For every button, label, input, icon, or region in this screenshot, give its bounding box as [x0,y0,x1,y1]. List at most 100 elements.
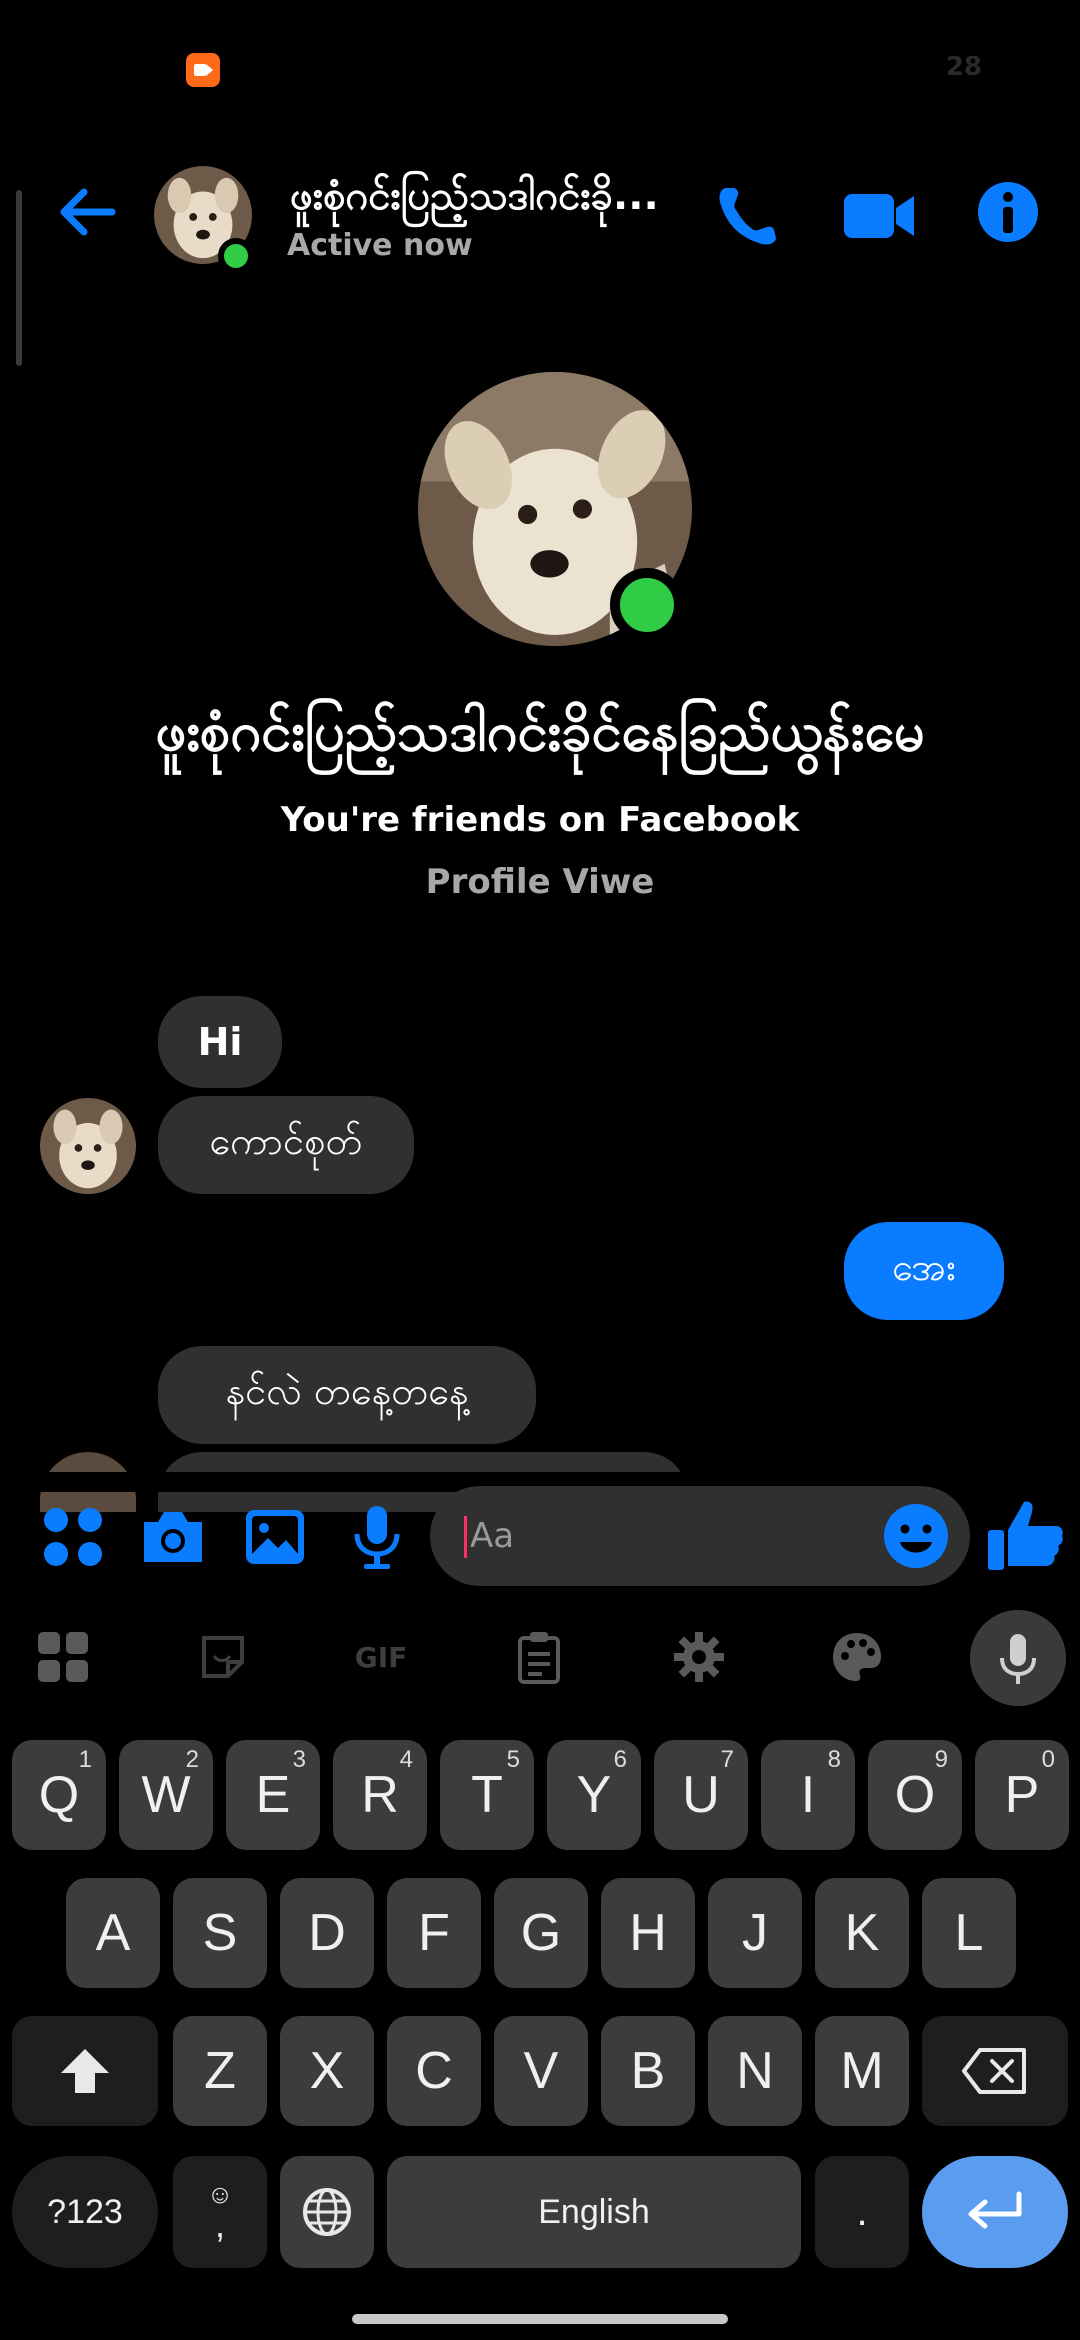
like-button[interactable] [986,1494,1066,1574]
key-m[interactable]: M [815,2016,909,2126]
key-d[interactable]: D [280,1878,374,1988]
key-x[interactable]: X [280,2016,374,2126]
key-t[interactable]: T5 [440,1740,534,1850]
incoming-message[interactable]: Hi [158,996,282,1088]
contact-name[interactable]: ဖူးစုံဂင်းပြည့်သဒါဂင်းခို... [290,170,700,229]
key-label: U [682,1766,720,1824]
friends-status-text: You're friends on Facebook [280,800,800,840]
keyboard-sticker-button[interactable] [188,1622,258,1692]
key-y[interactable]: Y6 [547,1740,641,1850]
key-number-hint: 3 [292,1746,306,1773]
key-number-hint: 9 [934,1746,948,1773]
key-number-hint: 8 [827,1746,841,1773]
active-status: Active now [287,228,473,263]
key-r[interactable]: R4 [333,1740,427,1850]
image-icon [246,1510,304,1564]
back-arrow-icon [60,188,116,236]
phone-icon [719,188,776,245]
key-label: T [471,1766,503,1824]
emoji-button[interactable] [882,1502,950,1570]
key-i[interactable]: I8 [761,1740,855,1850]
video-call-button[interactable] [842,188,916,244]
profile-name: ဖူးစုံဂင်းပြည့်သဒါဂင်းခိုင်နေခြည်ယွန်းမေ [155,700,925,763]
voice-message-button[interactable] [342,1502,412,1572]
status-time: 28 [945,52,982,82]
key-e[interactable]: E3 [226,1740,320,1850]
backspace-icon [962,2048,1026,2094]
key-h[interactable]: H [601,1878,695,1988]
view-profile-link[interactable]: Profile Viwe [0,862,1080,902]
key-k[interactable]: K [815,1878,909,1988]
four-dots-icon [44,1508,102,1566]
enter-key[interactable] [922,2156,1068,2268]
symbols-key[interactable]: ?123 [12,2156,158,2268]
key-n[interactable]: N [708,2016,802,2126]
key-f[interactable]: F [387,1878,481,1988]
key-v[interactable]: V [494,2016,588,2126]
online-indicator [218,238,254,274]
key-u[interactable]: U7 [654,1740,748,1850]
emoji-comma-key[interactable]: ☺ , [173,2156,267,2268]
key-w[interactable]: W2 [119,1740,213,1850]
key-z[interactable]: Z [173,2016,267,2126]
key-b[interactable]: B [601,2016,695,2126]
scrollbar[interactable] [16,190,22,366]
shift-key[interactable] [12,2016,158,2126]
space-bar[interactable]: English [387,2156,801,2268]
back-button[interactable] [56,180,120,244]
profile-online-indicator [610,568,684,642]
backspace-key[interactable] [922,2016,1068,2126]
globe-icon [303,2188,351,2236]
screen-recorder-icon [186,53,220,87]
comma-label: , [214,2204,225,2245]
thumbs-up-icon [988,1501,1063,1570]
outgoing-message[interactable]: အေး [844,1222,1004,1320]
palette-icon [833,1633,881,1681]
keyboard-settings-button[interactable] [664,1622,734,1692]
period-key[interactable]: . [815,2156,909,2268]
key-s[interactable]: S [173,1878,267,1988]
keyboard-clipboard-button[interactable] [504,1622,574,1692]
keyboard-apps-button[interactable] [28,1622,98,1692]
microphone-icon [354,1506,400,1569]
key-number-hint: 2 [185,1746,199,1773]
key-number-hint: 4 [399,1746,413,1773]
video-camera-icon [844,194,914,238]
dog-avatar-image [40,1098,136,1194]
enter-arrow-icon [968,2191,1022,2229]
key-label: P [1004,1766,1040,1824]
key-c[interactable]: C [387,2016,481,2126]
key-o[interactable]: O9 [868,1740,962,1850]
key-number-hint: 0 [1041,1746,1055,1773]
key-label: Y [576,1766,612,1824]
key-g[interactable]: G [494,1878,588,1988]
key-number-hint: 5 [506,1746,520,1773]
info-button[interactable] [976,180,1040,244]
key-p[interactable]: P0 [975,1740,1069,1850]
home-indicator[interactable] [352,2314,728,2324]
audio-call-button[interactable] [712,182,782,252]
more-actions-button[interactable] [38,1502,108,1572]
apps-icon [38,1632,88,1682]
gallery-button[interactable] [240,1502,310,1572]
key-label: E [255,1766,291,1824]
key-label: I [800,1766,816,1824]
camera-button[interactable] [138,1502,208,1572]
incoming-message[interactable]: ကောင်စုတ် [158,1096,414,1194]
shift-arrow-icon [61,2049,109,2093]
key-j[interactable]: J [708,1878,802,1988]
incoming-message[interactable]: နင်လဲ တနေ့တနေ့ [158,1346,536,1444]
camera-icon [144,1512,202,1562]
sender-avatar[interactable] [40,1098,136,1194]
key-number-hint: 6 [613,1746,627,1773]
language-key[interactable] [280,2156,374,2268]
keyboard-voice-input-button[interactable] [970,1610,1066,1706]
mic-icon [1000,1634,1036,1684]
key-a[interactable]: A [66,1878,160,1988]
key-l[interactable]: L [922,1878,1016,1988]
key-q[interactable]: Q1 [12,1740,106,1850]
keyboard-theme-button[interactable] [822,1622,892,1692]
keyboard-gif-button[interactable]: GIF [346,1622,416,1692]
key-label: Q [38,1766,80,1824]
key-number-hint: 7 [720,1746,734,1773]
